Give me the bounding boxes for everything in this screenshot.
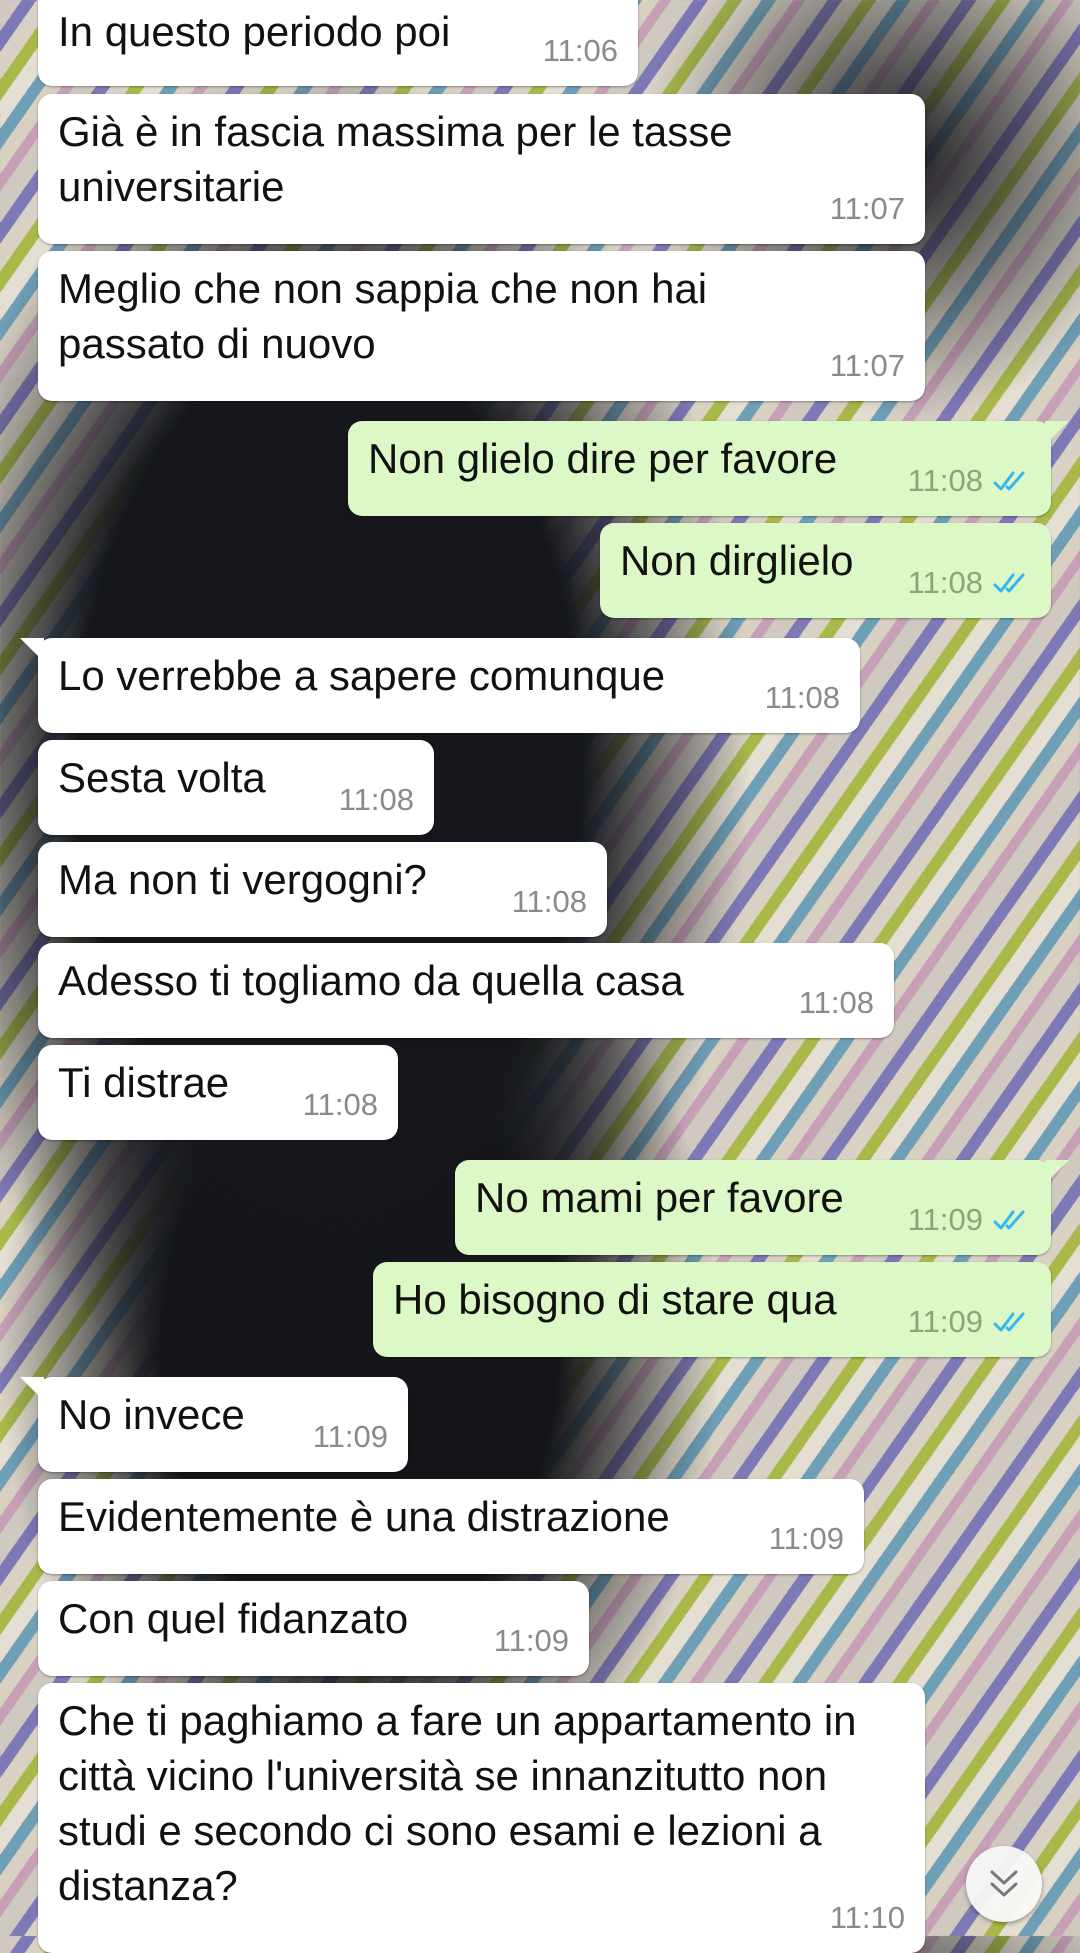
message-outgoing[interactable]: No mami per favore 11:09 xyxy=(455,1160,1069,1255)
message-time: 11:09 xyxy=(907,1202,983,1237)
message-incoming[interactable]: Lo verrebbe a sapere comunque 11:08 xyxy=(20,638,860,733)
bubble-tail xyxy=(1045,1160,1069,1184)
message-incoming[interactable]: Evidentemente è una distrazione 11:09 xyxy=(38,1479,864,1574)
message-incoming[interactable]: Sesta volta 11:08 xyxy=(38,740,434,835)
message-time: 11:09 xyxy=(493,1623,569,1658)
message-time: 11:08 xyxy=(798,985,874,1020)
message-time: 11:10 xyxy=(829,1900,905,1935)
message-incoming[interactable]: In questo periodo poi 11:06 xyxy=(38,0,638,86)
message-text: Già è in fascia massima per le tasse uni… xyxy=(58,108,745,210)
message-incoming[interactable]: Che ti paghiamo a fare un appartamento i… xyxy=(38,1683,925,1953)
message-time: 11:08 xyxy=(907,463,983,498)
bubble-tail xyxy=(20,638,44,662)
message-time: 11:07 xyxy=(829,348,905,383)
message-text: Ma non ti vergogni? xyxy=(58,856,427,903)
message-text: Lo verrebbe a sapere comunque xyxy=(58,652,666,699)
message-outgoing[interactable]: Non dirglielo 11:08 xyxy=(600,523,1051,618)
message-time: 11:07 xyxy=(829,191,905,226)
bubble-tail xyxy=(1045,421,1069,445)
message-time: 11:09 xyxy=(312,1419,388,1454)
message-text: Che ti paghiamo a fare un appartamento i… xyxy=(58,1697,869,1909)
message-incoming[interactable]: Già è in fascia massima per le tasse uni… xyxy=(38,94,925,244)
chat-area[interactable]: In questo periodo poi 11:06 Già è in fas… xyxy=(0,0,1080,1953)
message-incoming[interactable]: Con quel fidanzato 11:09 xyxy=(38,1581,589,1676)
scroll-to-bottom-button[interactable] xyxy=(966,1846,1042,1922)
bubble-tail xyxy=(20,1377,44,1401)
message-time: 11:09 xyxy=(907,1304,983,1339)
message-text: Adesso ti togliamo da quella casa xyxy=(58,957,684,1004)
message-time: 11:08 xyxy=(907,565,983,600)
message-time: 11:08 xyxy=(302,1087,378,1122)
message-time: 11:09 xyxy=(768,1521,844,1556)
message-text: In questo periodo poi xyxy=(58,8,451,55)
message-incoming[interactable]: Ti distrae 11:08 xyxy=(38,1045,398,1140)
message-incoming[interactable]: Meglio che non sappia che non hai passat… xyxy=(38,251,925,401)
double-check-icon xyxy=(993,1312,1025,1331)
message-text: Evidentemente è una distrazione xyxy=(58,1493,670,1540)
message-text: Con quel fidanzato xyxy=(58,1595,409,1642)
message-time: 11:06 xyxy=(542,33,618,68)
message-incoming[interactable]: No invece 11:09 xyxy=(20,1377,408,1472)
message-time: 11:08 xyxy=(511,884,587,919)
message-text: Meglio che non sappia che non hai passat… xyxy=(58,265,719,367)
message-outgoing[interactable]: Non glielo dire per favore 11:08 xyxy=(348,421,1069,516)
double-check-icon xyxy=(993,471,1025,490)
message-incoming[interactable]: Adesso ti togliamo da quella casa 11:08 xyxy=(38,943,894,1038)
message-time: 11:08 xyxy=(764,680,840,715)
double-chevron-down-icon xyxy=(990,1870,1018,1897)
double-check-icon xyxy=(993,573,1025,592)
message-outgoing[interactable]: Ho bisogno di stare qua 11:09 xyxy=(373,1262,1051,1357)
double-check-icon xyxy=(993,1210,1025,1229)
message-incoming[interactable]: Ma non ti vergogni? 11:08 xyxy=(38,842,607,937)
message-time: 11:08 xyxy=(338,782,414,817)
